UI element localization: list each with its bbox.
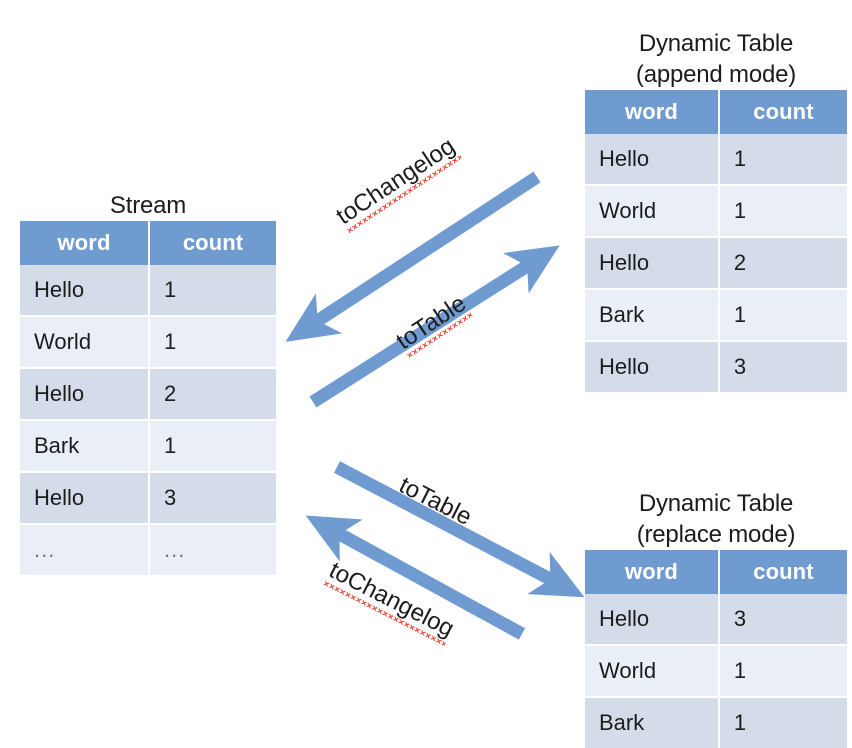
cell-count: 1 — [719, 646, 847, 698]
table-row: World 1 — [585, 186, 847, 238]
stream-table-title: Stream — [109, 192, 187, 219]
cell-count: 2 — [719, 238, 847, 290]
append-table-body: Hello 1 World 1 Hello 2 Bark 1 Hello 3 — [585, 134, 847, 392]
cell-word: Hello — [20, 369, 151, 421]
stream-table-block: Stream word count Hello 1 World 1 Hello 2 Bark… — [20, 190, 276, 575]
cell-count: 3 — [719, 342, 847, 392]
cell-word: Hello — [585, 134, 720, 186]
table-row: World 1 — [20, 317, 276, 369]
append-table-title-line2: (append mode) — [635, 61, 797, 88]
cell-word: World — [20, 317, 151, 369]
cell-word: World — [585, 646, 720, 698]
cell-word: Hello — [20, 473, 151, 525]
table-header-row: word count — [585, 90, 847, 134]
table-row: Hello 3 — [585, 594, 847, 646]
table-row: Hello 1 — [20, 265, 276, 317]
stream-table-body: Hello 1 World 1 Hello 2 Bark 1 Hello 3...... — [20, 265, 276, 575]
table-row: Bark 1 — [20, 421, 276, 473]
table-row: Bark 1 — [585, 290, 847, 342]
column-header-count: count — [150, 221, 276, 265]
column-header-count: count — [719, 90, 847, 134]
cell-count: 2 — [150, 369, 276, 421]
replace-table: word count Hello 3 World 1 Bark 1 — [585, 550, 847, 748]
append-table-title-line1: Dynamic Table — [638, 30, 794, 57]
table-row: Hello 2 — [585, 238, 847, 290]
table-row: ...... — [20, 525, 276, 575]
replace-table-title-line2: (replace mode) — [636, 521, 796, 548]
cell-word: Hello — [585, 238, 720, 290]
cell-word: Hello — [585, 342, 720, 392]
table-row: Hello 3 — [20, 473, 276, 525]
table-row: Bark 1 — [585, 698, 847, 748]
append-table: word count Hello 1 World 1 Hello 2 Bark 1 Hello 3 — [585, 90, 847, 392]
cell-word: ... — [20, 525, 151, 575]
cell-count: 1 — [719, 698, 847, 748]
cell-word: Hello — [585, 594, 720, 646]
cell-word: Bark — [585, 698, 720, 748]
column-header-word: word — [585, 550, 720, 594]
stream-table: word count Hello 1 World 1 Hello 2 Bark 1 Hello 3… — [20, 221, 276, 575]
table-row: Hello 1 — [585, 134, 847, 186]
cell-count: 3 — [719, 594, 847, 646]
cell-word: Bark — [20, 421, 151, 473]
cell-count: 3 — [150, 473, 276, 525]
table-row: Hello 2 — [20, 369, 276, 421]
replace-table-title-line1: Dynamic Table — [638, 490, 794, 517]
cell-word: World — [585, 186, 720, 238]
table-header-row: word count — [20, 221, 276, 265]
append-table-block: Dynamic Table (append mode) word count H… — [585, 28, 847, 392]
table-header-row: word count — [585, 550, 847, 594]
column-header-word: word — [20, 221, 151, 265]
table-row: Hello 3 — [585, 342, 847, 392]
column-header-count: count — [719, 550, 847, 594]
arrow-to-changelog-top — [285, 171, 541, 342]
cell-word: Hello — [20, 265, 151, 317]
cell-count: 1 — [719, 134, 847, 186]
cell-count: 1 — [150, 317, 276, 369]
cell-count: 1 — [150, 265, 276, 317]
replace-table-body: Hello 3 World 1 Bark 1 — [585, 594, 847, 748]
cell-count: 1 — [719, 186, 847, 238]
column-header-word: word — [585, 90, 720, 134]
cell-count: ... — [150, 525, 276, 575]
table-row: World 1 — [585, 646, 847, 698]
replace-table-block: Dynamic Table (replace mode) word count … — [585, 488, 847, 748]
cell-count: 1 — [719, 290, 847, 342]
cell-word: Bark — [585, 290, 720, 342]
cell-count: 1 — [150, 421, 276, 473]
